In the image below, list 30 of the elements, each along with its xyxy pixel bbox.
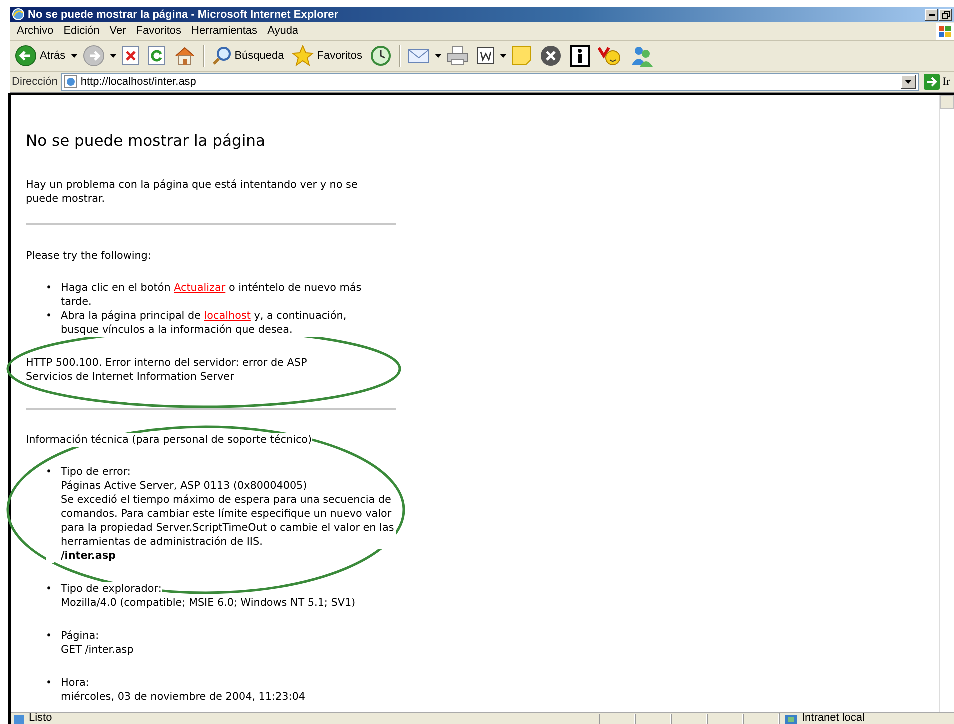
link[interactable]: Actualizar: [174, 282, 226, 294]
address-field[interactable]: http://localhost/inter.asp: [60, 73, 919, 91]
go-button[interactable]: Ir: [922, 74, 952, 90]
section-text: Información técnica (para personal de soporte técnico): [26, 433, 312, 447]
detail-label: Página:: [61, 629, 100, 643]
detail-text: Mozilla/4.0 (compatible; MSIE 6.0; Windows NT 5.1; SV1): [61, 596, 356, 610]
window-title: No se puede mostrar la página - Microsoft Internet Explorer: [28, 8, 339, 20]
menu-item[interactable]: Edición: [58, 25, 105, 37]
zone-text: Intranet local: [802, 713, 865, 724]
path-text: /inter.asp: [61, 549, 116, 563]
search-button[interactable]: Búsqueda: [208, 43, 288, 69]
link[interactable]: localhost: [204, 310, 251, 322]
menu-item[interactable]: Archivo: [12, 25, 59, 37]
detail-label: Tipo de error:: [61, 465, 131, 479]
menu-item[interactable]: Ayuda: [262, 25, 304, 37]
section-text: Please try the following:: [26, 249, 152, 263]
page-heading: No se puede mostrar la página: [26, 131, 266, 151]
menu-item[interactable]: Favoritos: [131, 25, 187, 37]
server-text: Servicios de Internet Information Server: [26, 370, 234, 384]
address-label: Dirección: [12, 76, 58, 88]
menu-item[interactable]: Ver: [104, 25, 132, 37]
detail-label: Tipo de explorador:: [61, 582, 162, 596]
detail-text: miércoles, 03 de noviembre de 2004, 11:23:04: [61, 690, 306, 704]
favorites-button[interactable]: Favoritos: [289, 43, 366, 69]
detail-text: Páginas Active Server, ASP 0113 (0x80004005): [61, 479, 308, 493]
menu-item[interactable]: Herramientas: [186, 25, 263, 37]
detail-text: GET /inter.asp: [61, 643, 134, 657]
back-button[interactable]: Atrás: [12, 43, 69, 69]
detail-text: Se excedió el tiempo máximo de espera para una secuencia de comandos. Para cambiar este límite especifique un nuevo valor para la propiedad Server.ScriptTimeOut o cambie el valor en las herramientas de administración de IIS.: [61, 493, 396, 549]
status-text: Listo: [29, 713, 52, 724]
